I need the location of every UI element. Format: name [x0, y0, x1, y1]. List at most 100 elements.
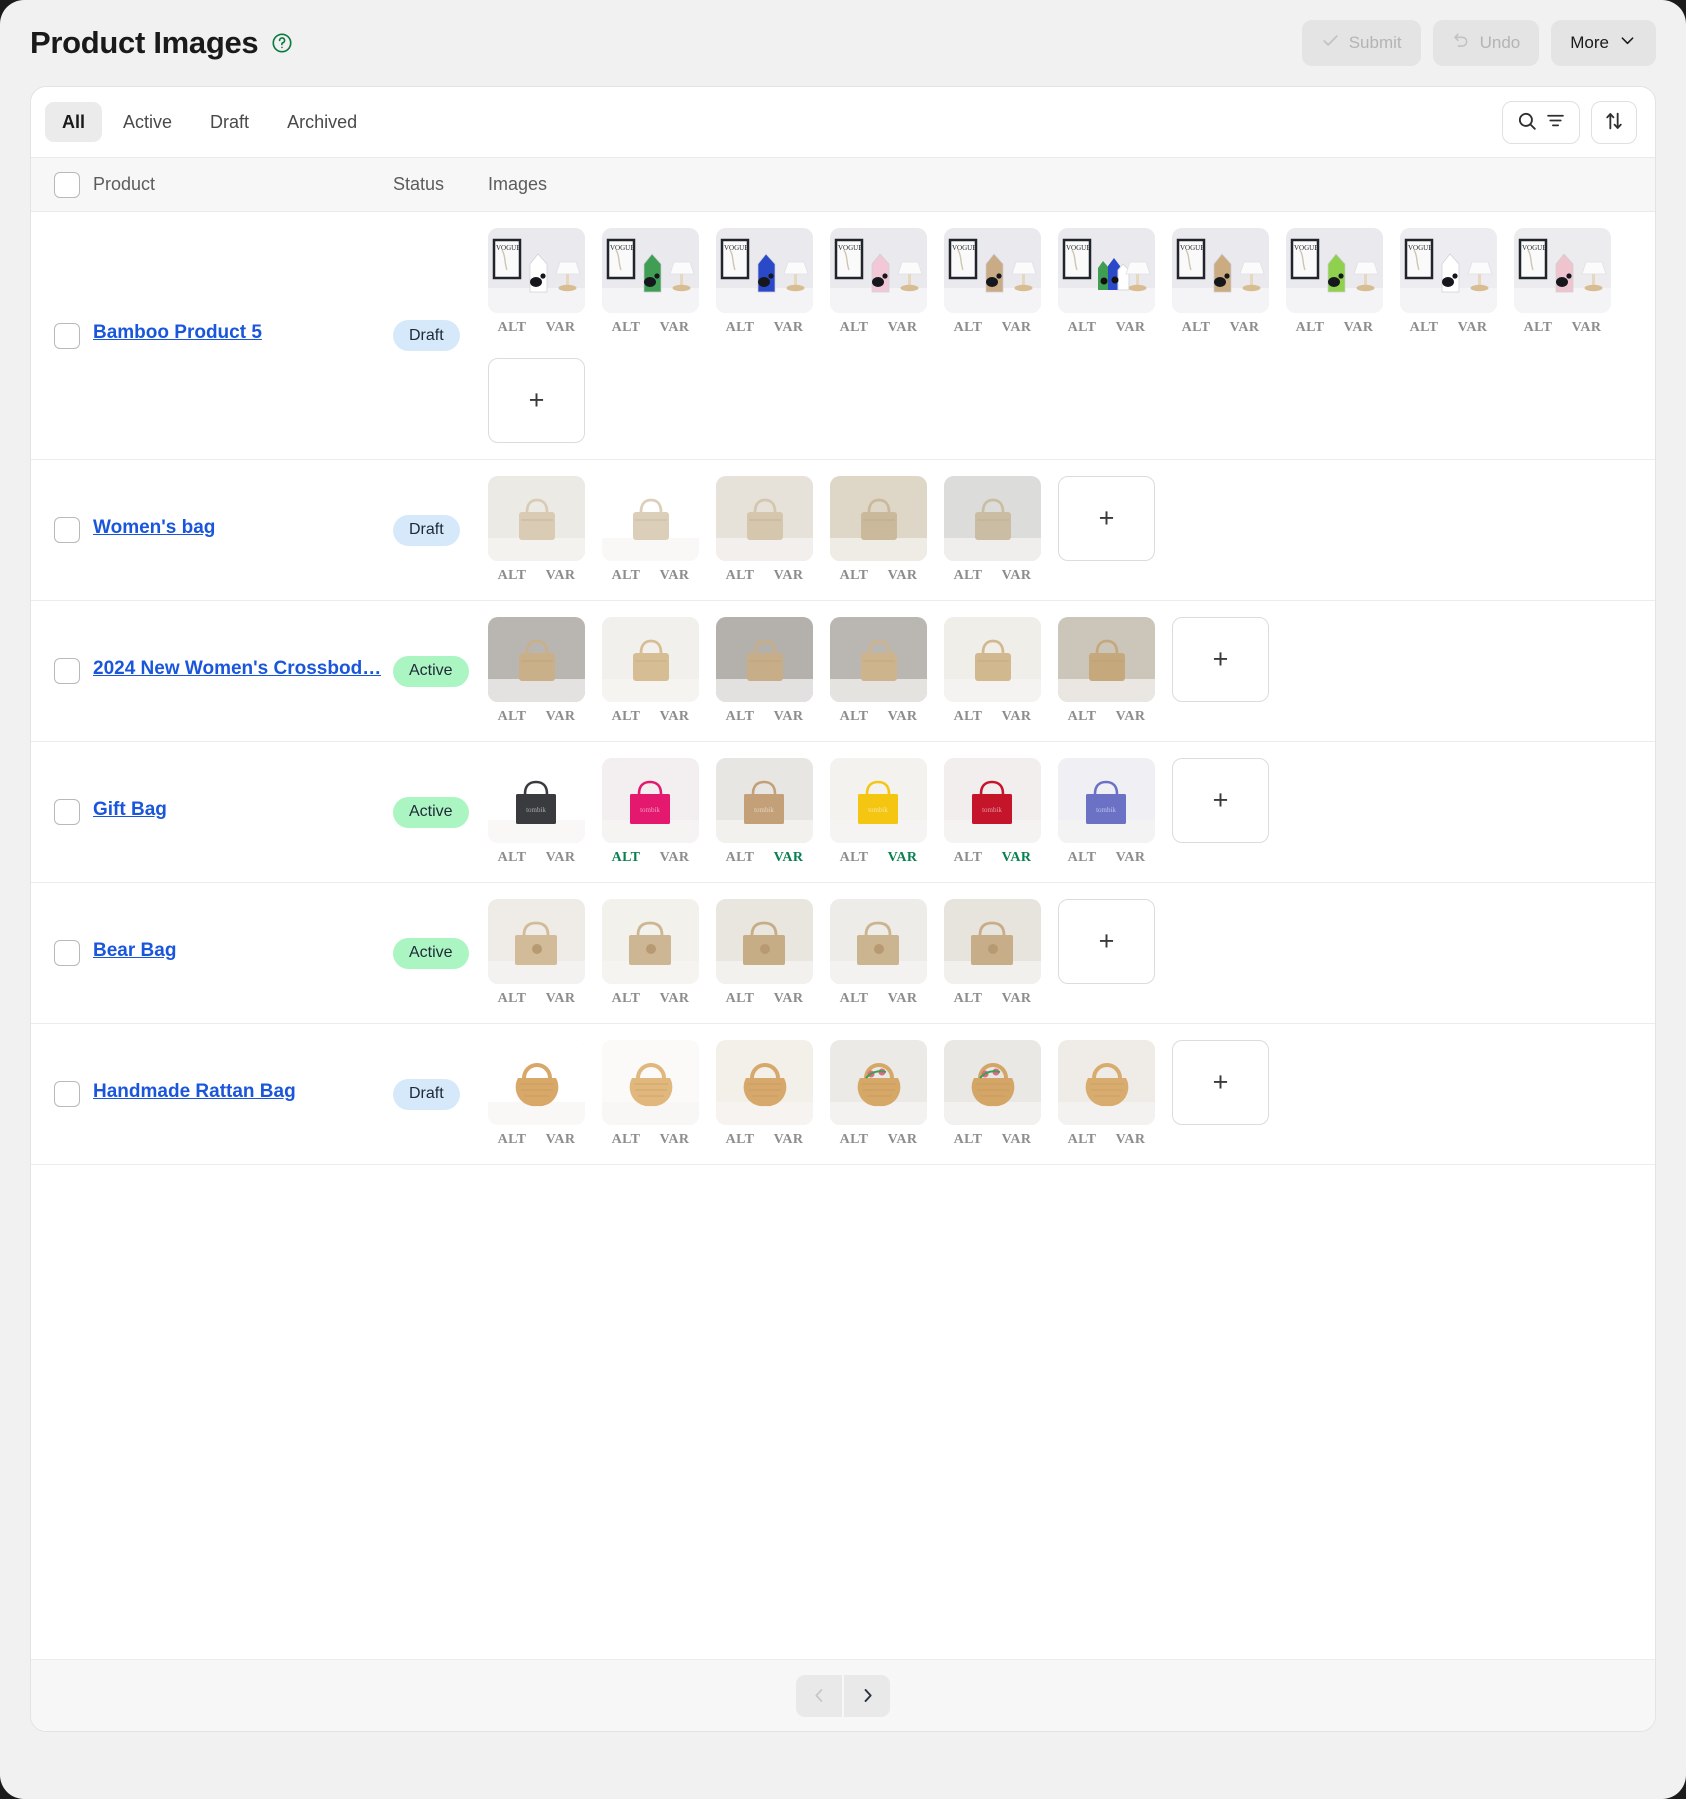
product-thumbnail[interactable]: VOGUE — [1172, 228, 1269, 313]
product-thumbnail[interactable] — [944, 1040, 1041, 1125]
alt-flag[interactable]: ALT — [498, 320, 527, 336]
product-thumbnail[interactable] — [830, 617, 927, 702]
alt-flag[interactable]: ALT — [840, 850, 869, 866]
product-thumbnail[interactable] — [488, 617, 585, 702]
product-thumbnail[interactable] — [1058, 1040, 1155, 1125]
var-flag[interactable]: VAR — [1230, 320, 1260, 336]
row-checkbox[interactable] — [54, 799, 80, 825]
var-flag[interactable]: VAR — [660, 850, 690, 866]
product-thumbnail[interactable]: VOGUE — [1286, 228, 1383, 313]
product-thumbnail[interactable] — [602, 617, 699, 702]
alt-flag[interactable]: ALT — [1410, 320, 1439, 336]
product-thumbnail[interactable] — [830, 1040, 927, 1125]
product-thumbnail[interactable]: tombik — [488, 758, 585, 843]
product-thumbnail[interactable] — [944, 476, 1041, 561]
tab-archived[interactable]: Archived — [270, 102, 374, 142]
product-thumbnail[interactable] — [602, 1040, 699, 1125]
product-thumbnail[interactable]: VOGUE — [716, 228, 813, 313]
var-flag[interactable]: VAR — [888, 850, 918, 866]
product-name-link[interactable]: Women's bag — [93, 517, 215, 539]
product-thumbnail[interactable]: tombik — [944, 758, 1041, 843]
var-flag[interactable]: VAR — [1116, 709, 1146, 725]
var-flag[interactable]: VAR — [546, 568, 576, 584]
add-image-button[interactable]: + — [1172, 617, 1269, 702]
product-thumbnail[interactable] — [488, 1040, 585, 1125]
alt-flag[interactable]: ALT — [840, 991, 869, 1007]
next-page-button[interactable] — [844, 1674, 890, 1717]
product-thumbnail[interactable]: VOGUE — [830, 228, 927, 313]
alt-flag[interactable]: ALT — [1296, 320, 1325, 336]
add-image-button[interactable]: + — [1058, 476, 1155, 561]
alt-flag[interactable]: ALT — [1068, 320, 1097, 336]
alt-flag[interactable]: ALT — [498, 850, 527, 866]
product-thumbnail[interactable]: VOGUE — [1058, 228, 1155, 313]
var-flag[interactable]: VAR — [1458, 320, 1488, 336]
alt-flag[interactable]: ALT — [1068, 850, 1097, 866]
var-flag[interactable]: VAR — [1572, 320, 1602, 336]
product-name-link[interactable]: Bamboo Product 5 — [93, 322, 262, 344]
var-flag[interactable]: VAR — [774, 709, 804, 725]
alt-flag[interactable]: ALT — [612, 1132, 641, 1148]
var-flag[interactable]: VAR — [1002, 1132, 1032, 1148]
var-flag[interactable]: VAR — [660, 320, 690, 336]
product-thumbnail[interactable]: tombik — [716, 758, 813, 843]
product-thumbnail[interactable] — [716, 476, 813, 561]
alt-flag[interactable]: ALT — [726, 320, 755, 336]
row-checkbox[interactable] — [54, 517, 80, 543]
add-image-button[interactable]: + — [1172, 758, 1269, 843]
product-thumbnail[interactable] — [716, 1040, 813, 1125]
product-thumbnail[interactable]: tombik — [830, 758, 927, 843]
product-thumbnail[interactable]: VOGUE — [602, 228, 699, 313]
var-flag[interactable]: VAR — [546, 850, 576, 866]
alt-flag[interactable]: ALT — [840, 568, 869, 584]
var-flag[interactable]: VAR — [1116, 850, 1146, 866]
tab-active[interactable]: Active — [106, 102, 189, 142]
var-flag[interactable]: VAR — [1002, 850, 1032, 866]
sort-button[interactable] — [1591, 100, 1637, 144]
var-flag[interactable]: VAR — [1002, 991, 1032, 1007]
product-thumbnail[interactable] — [944, 617, 1041, 702]
product-thumbnail[interactable]: tombik — [1058, 758, 1155, 843]
prev-page-button[interactable] — [796, 1674, 842, 1717]
product-thumbnail[interactable]: VOGUE — [1400, 228, 1497, 313]
product-name-link[interactable]: Handmade Rattan Bag — [93, 1081, 296, 1103]
alt-flag[interactable]: ALT — [954, 320, 983, 336]
alt-flag[interactable]: ALT — [840, 320, 869, 336]
alt-flag[interactable]: ALT — [840, 709, 869, 725]
alt-flag[interactable]: ALT — [1182, 320, 1211, 336]
alt-flag[interactable]: ALT — [612, 991, 641, 1007]
add-image-button[interactable]: + — [1058, 899, 1155, 984]
add-image-button[interactable]: + — [488, 358, 585, 443]
alt-flag[interactable]: ALT — [954, 1132, 983, 1148]
alt-flag[interactable]: ALT — [498, 1132, 527, 1148]
var-flag[interactable]: VAR — [546, 320, 576, 336]
row-checkbox[interactable] — [54, 322, 80, 349]
var-flag[interactable]: VAR — [774, 991, 804, 1007]
product-thumbnail[interactable] — [602, 476, 699, 561]
alt-flag[interactable]: ALT — [612, 850, 641, 866]
var-flag[interactable]: VAR — [774, 320, 804, 336]
tab-all[interactable]: All — [45, 102, 103, 142]
var-flag[interactable]: VAR — [660, 991, 690, 1007]
var-flag[interactable]: VAR — [660, 1132, 690, 1148]
row-checkbox[interactable] — [54, 658, 80, 684]
alt-flag[interactable]: ALT — [726, 1132, 755, 1148]
alt-flag[interactable]: ALT — [1068, 709, 1097, 725]
var-flag[interactable]: VAR — [1002, 709, 1032, 725]
var-flag[interactable]: VAR — [546, 1132, 576, 1148]
row-checkbox[interactable] — [54, 1081, 80, 1107]
product-thumbnail[interactable]: VOGUE — [1514, 228, 1611, 313]
alt-flag[interactable]: ALT — [726, 850, 755, 866]
product-thumbnail[interactable] — [944, 899, 1041, 984]
product-name-link[interactable]: Bear Bag — [93, 940, 176, 962]
product-thumbnail[interactable] — [716, 899, 813, 984]
var-flag[interactable]: VAR — [660, 709, 690, 725]
product-thumbnail[interactable]: tombik — [602, 758, 699, 843]
alt-flag[interactable]: ALT — [612, 320, 641, 336]
product-thumbnail[interactable] — [488, 899, 585, 984]
product-thumbnail[interactable] — [830, 476, 927, 561]
var-flag[interactable]: VAR — [774, 850, 804, 866]
var-flag[interactable]: VAR — [774, 1132, 804, 1148]
alt-flag[interactable]: ALT — [954, 991, 983, 1007]
alt-flag[interactable]: ALT — [726, 568, 755, 584]
